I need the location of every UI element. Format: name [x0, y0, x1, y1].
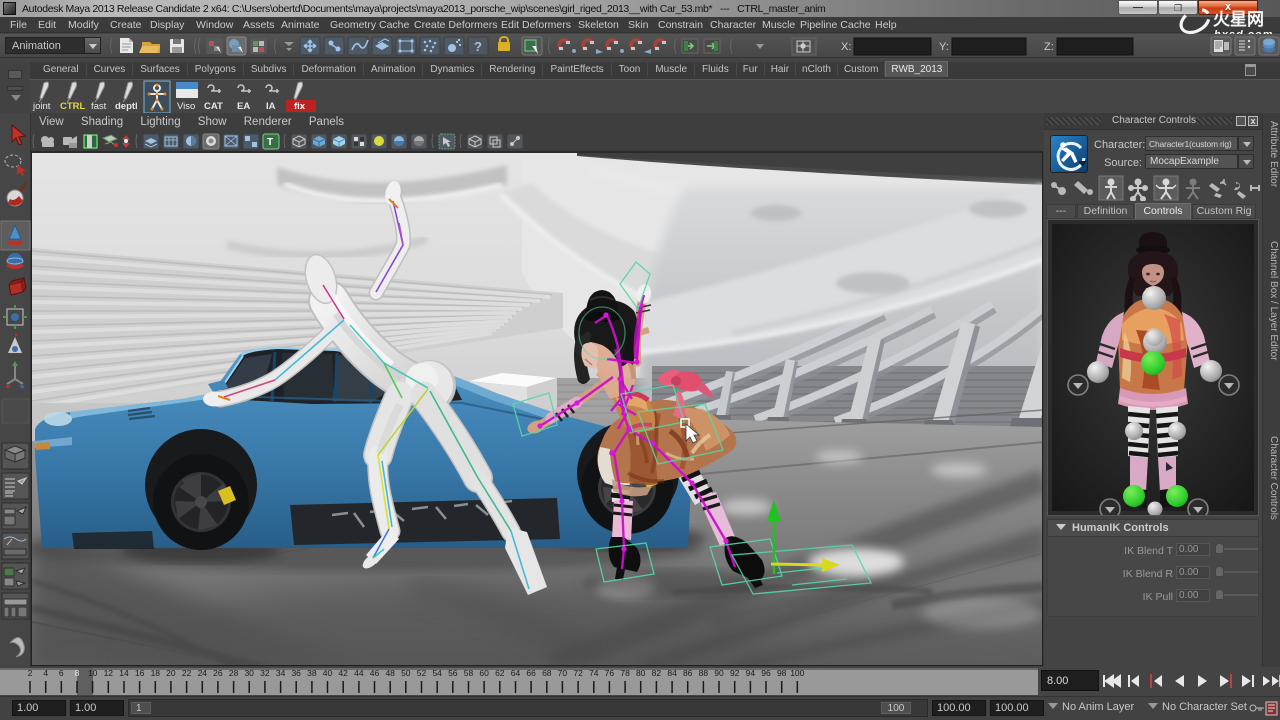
svg-text:72: 72 — [573, 668, 583, 678]
svg-text:6: 6 — [59, 668, 64, 678]
svg-text:38: 38 — [307, 668, 317, 678]
svg-text:30: 30 — [244, 668, 254, 678]
svg-text:52: 52 — [417, 668, 427, 678]
svg-text:56: 56 — [448, 668, 458, 678]
svg-text:4: 4 — [43, 668, 48, 678]
svg-text:20: 20 — [166, 668, 176, 678]
svg-text:90: 90 — [714, 668, 724, 678]
svg-text:60: 60 — [479, 668, 489, 678]
svg-text:IA: IA — [266, 101, 276, 112]
svg-text:?: ? — [474, 39, 482, 54]
svg-text:44: 44 — [354, 668, 364, 678]
svg-text:70: 70 — [558, 668, 568, 678]
svg-text:16: 16 — [135, 668, 145, 678]
svg-text:28: 28 — [229, 668, 239, 678]
svg-text:74: 74 — [589, 668, 599, 678]
svg-text:8: 8 — [75, 668, 80, 678]
svg-text:82: 82 — [652, 668, 662, 678]
svg-text:18: 18 — [151, 668, 161, 678]
svg-text:fix: fix — [294, 101, 306, 112]
svg-text:36: 36 — [291, 668, 301, 678]
svg-text:deptl: deptl — [115, 101, 138, 112]
svg-text:40: 40 — [323, 668, 333, 678]
svg-text:80: 80 — [636, 668, 646, 678]
svg-text:24: 24 — [198, 668, 208, 678]
svg-text:2: 2 — [28, 668, 33, 678]
svg-text:Y:: Y: — [939, 41, 949, 53]
svg-text:68: 68 — [542, 668, 552, 678]
svg-text:62: 62 — [495, 668, 505, 678]
svg-text:50: 50 — [401, 668, 411, 678]
svg-text:66: 66 — [526, 668, 536, 678]
svg-text:98: 98 — [777, 668, 787, 678]
svg-text:76: 76 — [605, 668, 615, 678]
svg-text:34: 34 — [276, 668, 286, 678]
svg-text:T: T — [267, 137, 273, 148]
svg-text:78: 78 — [620, 668, 630, 678]
svg-text:54: 54 — [432, 668, 442, 678]
svg-text:88: 88 — [699, 668, 709, 678]
svg-text:22: 22 — [182, 668, 192, 678]
svg-text:92: 92 — [730, 668, 740, 678]
svg-text:42: 42 — [338, 668, 348, 678]
svg-text:CAT: CAT — [204, 101, 223, 112]
svg-text:48: 48 — [385, 668, 395, 678]
svg-text:fast: fast — [91, 101, 107, 112]
svg-text:CTRL: CTRL — [60, 101, 86, 112]
svg-text:96: 96 — [761, 668, 771, 678]
svg-text:32: 32 — [260, 668, 270, 678]
svg-text:10: 10 — [88, 668, 98, 678]
svg-text:火星网: 火星网 — [1213, 10, 1264, 29]
svg-text:12: 12 — [104, 668, 114, 678]
svg-text:Viso: Viso — [177, 101, 195, 112]
svg-text:26: 26 — [213, 668, 223, 678]
svg-text:X:: X: — [841, 41, 851, 53]
svg-text:84: 84 — [667, 668, 677, 678]
svg-text:86: 86 — [683, 668, 693, 678]
svg-text:EA: EA — [237, 101, 250, 112]
svg-text:58: 58 — [464, 668, 474, 678]
svg-text:14: 14 — [119, 668, 129, 678]
svg-text:64: 64 — [511, 668, 521, 678]
svg-text:46: 46 — [370, 668, 380, 678]
svg-text:100: 100 — [790, 668, 804, 678]
svg-text:94: 94 — [746, 668, 756, 678]
svg-text:joint: joint — [32, 101, 51, 112]
svg-text:Z:: Z: — [1044, 41, 1054, 53]
